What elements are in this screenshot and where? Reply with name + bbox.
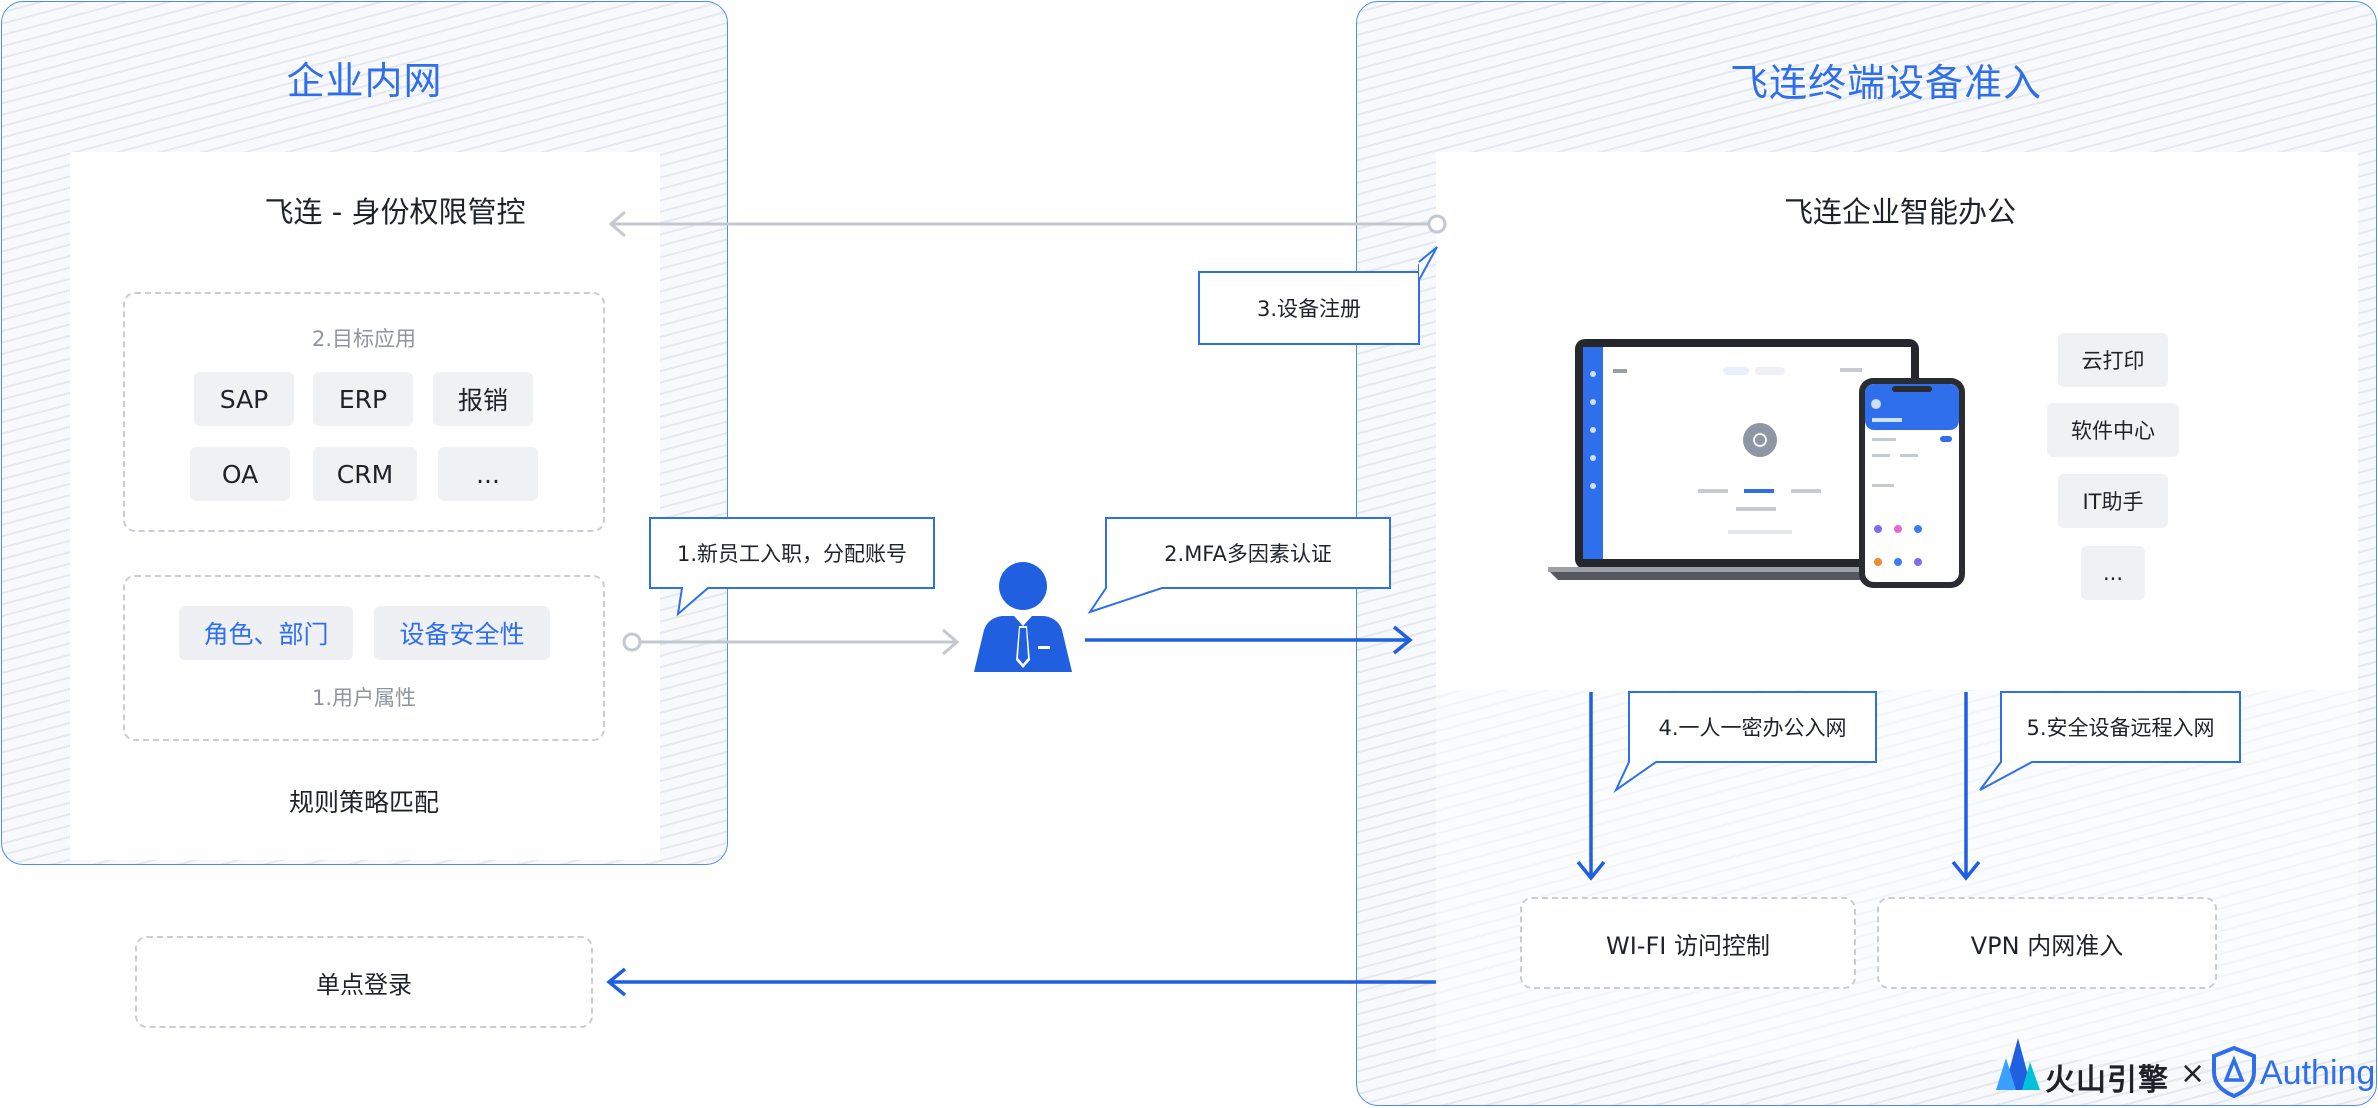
callout-one-person-one-key: 4.一人一密办公入网: [1658, 716, 1847, 740]
employee-person-icon: [974, 562, 1072, 672]
volcano-engine-logo-icon: [1996, 1038, 2040, 1090]
callout-device-registration: 3.设备注册: [1256, 297, 1362, 321]
authing-shield-icon: [2212, 1046, 2256, 1098]
callout-mfa: 2.MFA多因素认证: [1164, 542, 1332, 566]
volcano-engine-wordmark: 火山引擎: [2045, 1063, 2169, 1098]
callout-new-employee-onboard: 1.新员工入职，分配账号: [676, 542, 908, 566]
authing-wordmark: Authing: [2260, 1054, 2376, 1092]
brand-times-sign: ×: [2180, 1056, 2206, 1091]
callout-secure-remote-access: 5.安全设备远程入网: [2026, 716, 2215, 740]
